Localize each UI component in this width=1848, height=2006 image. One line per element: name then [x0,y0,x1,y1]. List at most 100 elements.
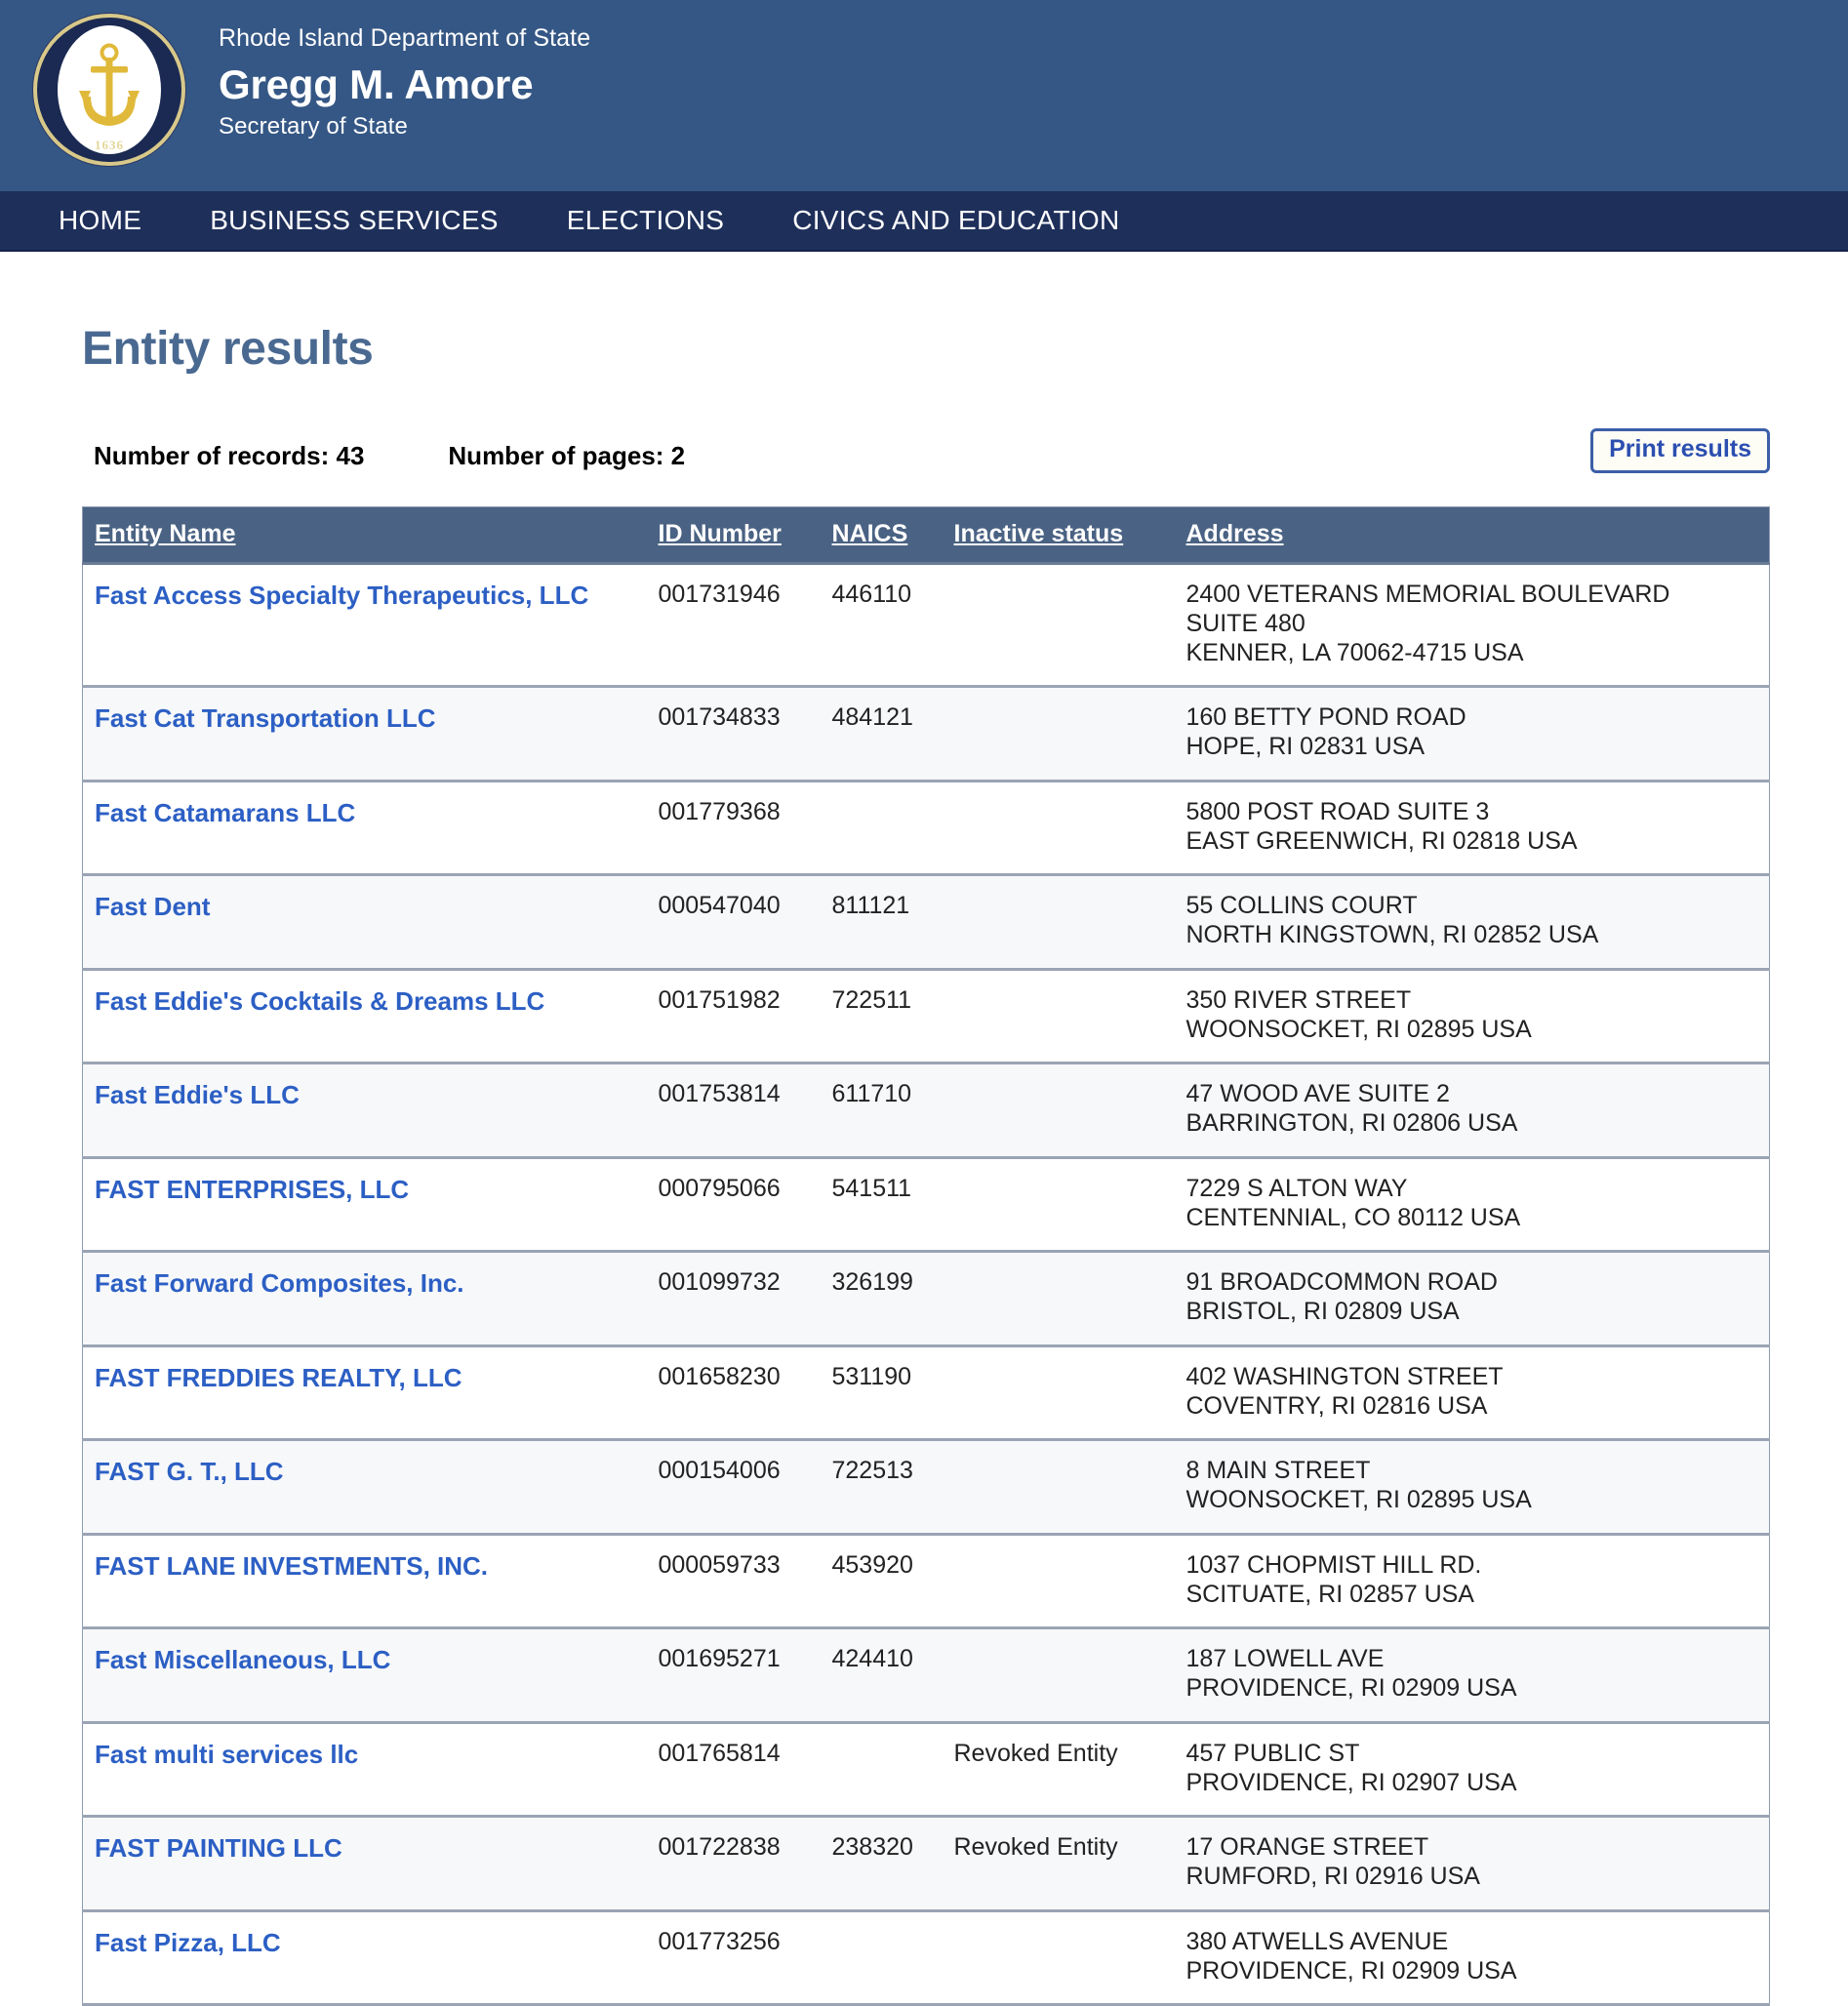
address-line: COVENTRY, RI 02816 USA [1185,1391,1488,1420]
cell-id-number: 001751982 [658,985,781,1014]
entity-name-link[interactable]: Fast Pizza, LLC [95,1928,281,1959]
cell-inactive-status [944,1345,1177,1440]
cell-address: 350 RIVER STREET WOONSOCKET, RI 02895 USA [1177,969,1770,1063]
cell-inactive-status [944,875,1177,970]
entity-name-link[interactable]: FAST ENTERPRISES, LLC [95,1175,409,1206]
cell-address: 91 BROADCOMMON ROAD BRISTOL, RI 02809 USA [1177,1252,1770,1346]
cell-naics: 238320 [831,1833,913,1862]
seal-year-label: 1636 [95,138,124,152]
cell-naics: 811121 [831,892,910,920]
entity-name-link[interactable]: Fast Eddie's Cocktails & Dreams LLC [95,986,544,1018]
address-line: BRISTOL, RI 02809 USA [1185,1298,1460,1325]
table-row: Fast multi services llc 001765814 Revoked … [82,1722,1770,1817]
cell-naics: 722511 [831,985,912,1014]
address-line: 91 BROADCOMMON ROAD [1185,1268,1498,1297]
cell-naics [823,781,944,875]
column-header-inactive-status[interactable]: Inactive status [944,506,1177,565]
cell-naics: 453920 [831,1550,913,1579]
address-line: 457 PUBLIC ST [1185,1739,1360,1767]
cell-entity-name: Fast Pizza, LLC [83,1910,649,2005]
entity-name-link[interactable]: FAST FREDDIES REALTY, LLC [95,1363,462,1394]
cell-naics: 424410 [831,1645,913,1673]
cell-id-number: 001722838 [658,1833,781,1862]
address-line: NORTH KINGSTOWN, RI 02852 USA [1185,921,1599,948]
nav-item-civics-and-education[interactable]: CIVICS AND EDUCATION [792,205,1119,236]
cell-inactive-status [944,969,1177,1063]
cell-address: 187 LOWELL AVE PROVIDENCE, RI 02909 USA [1177,1628,1770,1723]
entity-name-link[interactable]: Fast Catamarans LLC [95,798,355,829]
entity-name-link[interactable]: FAST LANE INVESTMENTS, INC. [95,1551,488,1583]
cell-inactive-status [944,1628,1177,1723]
entity-name-link[interactable]: Fast Eddie's LLC [95,1080,300,1111]
cell-naics: 326199 [831,1268,913,1297]
cell-id-number: 001695271 [658,1645,781,1673]
cell-entity-name: FAST PAINTING LLC [83,1817,649,1911]
department-name: Rhode Island Department of State [219,24,591,52]
entity-name-link[interactable]: FAST PAINTING LLC [95,1833,342,1865]
address-line: WOONSOCKET, RI 02895 USA [1185,1486,1532,1513]
entity-name-link[interactable]: Fast Access Specialty Therapeutics, LLC [95,581,588,612]
address-line: KENNER, LA 70062-4715 USA [1185,638,1524,666]
cell-inactive-status [944,564,1177,687]
table-row: Fast Eddie's LLC 001753814 611710 47 WOOD A… [82,1063,1770,1158]
entity-name-link[interactable]: Fast Miscellaneous, LLC [95,1645,390,1676]
entity-name-link[interactable]: Fast multi services llc [95,1740,358,1771]
cell-id-number: 001773256 [658,1927,781,1955]
address-line: 8 MAIN STREET [1185,1457,1371,1485]
table-header-row: Entity Name ID Number NAICS Inactive sta… [82,506,1770,565]
cell-address: 47 WOOD AVE SUITE 2 BARRINGTON, RI 02806 … [1177,1063,1770,1158]
entity-name-link[interactable]: Fast Forward Composites, Inc. [95,1268,464,1300]
column-header-naics[interactable]: NAICS [822,506,944,565]
main-content: Entity results Number of records: 43 Num… [0,322,1848,2006]
address-line: 55 COLLINS COURT [1185,892,1418,920]
page-title: Entity results [82,323,374,375]
column-header-address[interactable]: Address [1176,506,1770,565]
table-row: Fast Catamarans LLC 001779368 5800 POST RO… [82,781,1770,875]
column-header-entity-name[interactable]: Entity Name [82,506,649,565]
cell-address: 8 MAIN STREET WOONSOCKET, RI 02895 USA [1177,1440,1770,1535]
cell-id-number: 000154006 [658,1457,781,1485]
cell-id-number: 000795066 [658,1174,781,1202]
nav-item-home[interactable]: HOME [59,205,141,236]
entity-name-link[interactable]: Fast Dent [95,892,210,923]
print-results-button[interactable]: Print results [1590,428,1770,473]
table-body: Fast Access Specialty Therapeutics, LLC 0… [82,563,1770,2005]
cell-address: 380 ATWELLS AVENUE PROVIDENCE, RI 02909 U… [1177,1910,1770,2005]
page-count-label: Number of pages: 2 [448,440,686,470]
nav-item-business-services[interactable]: BUSINESS SERVICES [210,205,499,236]
cell-id-number: 001779368 [658,797,781,825]
entity-name-link[interactable]: FAST G. T., LLC [95,1457,284,1488]
cell-id-number: 000059733 [658,1550,781,1579]
cell-entity-name: FAST ENTERPRISES, LLC [83,1157,649,1252]
cell-id-number: 001099732 [658,1268,781,1297]
cell-address: 5800 POST ROAD SUITE 3 EAST GREENWICH, RI… [1177,781,1770,875]
cell-naics: 611710 [831,1080,912,1108]
column-header-id-number[interactable]: ID Number [648,506,823,565]
address-line: BARRINGTON, RI 02806 USA [1185,1109,1518,1137]
address-line: RUMFORD, RI 02916 USA [1185,1863,1480,1890]
address-line: 17 ORANGE STREET [1185,1833,1429,1862]
cell-inactive-status [944,1063,1177,1158]
address-line: 402 WASHINGTON STREET [1185,1362,1504,1390]
cell-inactive-status [944,1252,1177,1346]
address-line: 350 RIVER STREET [1185,985,1412,1014]
table-row: FAST LANE INVESTMENTS, INC. 000059733 4539… [82,1534,1770,1628]
cell-id-number: 001753814 [658,1080,781,1108]
nav-item-elections[interactable]: ELECTIONS [567,205,724,236]
cell-entity-name: FAST G. T., LLC [83,1440,649,1535]
official-name: Gregg M. Amore [219,60,534,107]
table-row: FAST FREDDIES REALTY, LLC 001658230 531190… [82,1345,1770,1440]
cell-address: 457 PUBLIC ST PROVIDENCE, RI 02907 USA [1177,1722,1770,1817]
entity-name-link[interactable]: Fast Cat Transportation LLC [95,703,436,735]
cell-address: 160 BETTY POND ROAD HOPE, RI 02831 USA [1177,687,1770,782]
entity-results-table: Entity Name ID Number NAICS Inactive sta… [82,506,1770,2006]
cell-naics: 722513 [831,1457,913,1485]
address-line: 2400 VETERANS MEMORIAL BOULEVARD [1185,581,1670,608]
table-row: FAST G. T., LLC 000154006 722513 8 MAIN STR… [82,1439,1770,1535]
cell-address: 55 COLLINS COURT NORTH KINGSTOWN, RI 0285… [1177,875,1770,970]
address-line: 160 BETTY POND ROAD [1185,703,1466,732]
record-count-label: Number of records: 43 [94,440,365,470]
address-line: PROVIDENCE, RI 02909 USA [1185,1674,1517,1702]
cell-address: 2400 VETERANS MEMORIAL BOULEVARD SUITE 48… [1177,564,1770,687]
cell-id-number: 000547040 [658,892,781,920]
